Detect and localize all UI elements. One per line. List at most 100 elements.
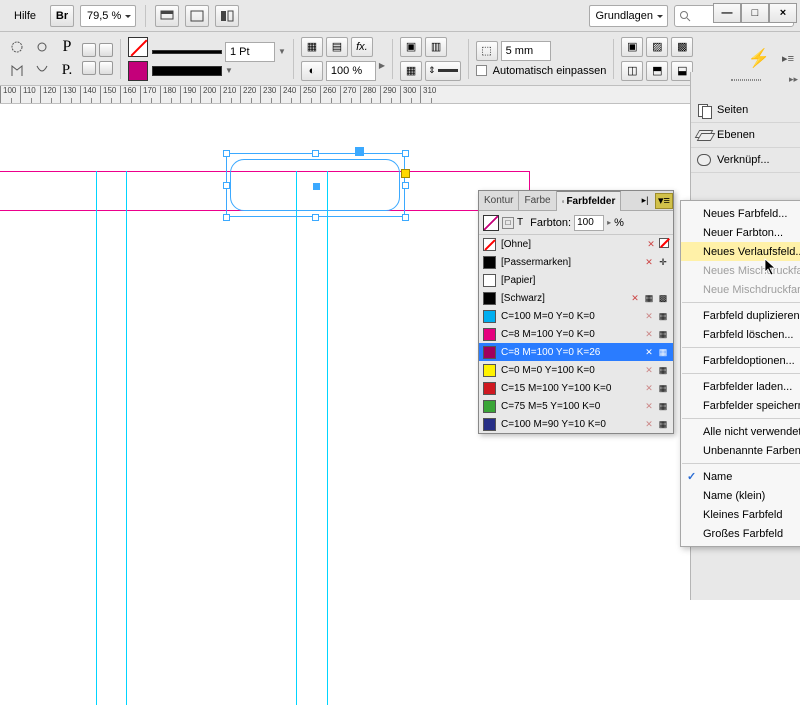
menu-item[interactable]: Neues Verlaufsfeld... — [681, 242, 800, 261]
swatch-item[interactable]: C=8 M=100 Y=0 K=0✕▦ — [479, 325, 673, 343]
swatch-item[interactable]: C=15 M=100 Y=100 K=0✕▦ — [479, 379, 673, 397]
tool-icon[interactable] — [6, 37, 28, 57]
fit-icon[interactable]: ◫ — [621, 61, 643, 81]
menu-item[interactable]: Alle nicht verwendeten auswählen — [681, 422, 800, 441]
menu-item[interactable]: Neuer Farbton... — [681, 223, 800, 242]
resize-handle[interactable] — [402, 214, 409, 221]
menu-help[interactable]: Hilfe — [6, 6, 44, 26]
swatch-item[interactable]: [Ohne]✕ — [479, 235, 673, 253]
fx-icon[interactable]: ▦ — [301, 37, 323, 57]
swatch-item[interactable]: [Passermarken]✕✛ — [479, 253, 673, 271]
window-minimize-button[interactable]: — — [713, 3, 741, 23]
menu-item[interactable]: Farbfelder laden... — [681, 377, 800, 396]
menu-item[interactable]: Unbenannte Farben hinzufügen — [681, 441, 800, 460]
bleed-icon[interactable]: ⬚ — [476, 41, 498, 61]
resize-handle[interactable] — [402, 150, 409, 157]
swatch-item[interactable]: C=8 M=100 Y=0 K=26✕▦ — [479, 343, 673, 361]
tool-icon[interactable]: P. — [56, 61, 78, 81]
swatch-item[interactable]: C=0 M=0 Y=100 K=0✕▦ — [479, 361, 673, 379]
resize-handle[interactable] — [223, 182, 230, 189]
swatch-item[interactable]: [Schwarz]✕▦▩ — [479, 289, 673, 307]
menu-item[interactable]: Großes Farbfeld — [681, 524, 800, 543]
corner-radius-handle[interactable] — [401, 169, 410, 178]
menu-item[interactable]: Farbfelder speichern... — [681, 396, 800, 415]
resize-handle[interactable] — [312, 214, 319, 221]
zoom-dropdown[interactable]: 79,5 % — [80, 5, 136, 27]
menu-item[interactable]: Name (klein) — [681, 486, 800, 505]
fill-stroke-proxy[interactable] — [483, 215, 499, 231]
guide-vertical — [96, 171, 97, 705]
swatch-item[interactable]: [Papier] — [479, 271, 673, 289]
fill-swatch[interactable] — [128, 61, 148, 81]
fit-icon[interactable]: ▣ — [621, 37, 643, 57]
resize-handle[interactable] — [312, 150, 319, 157]
quick-apply-icon[interactable]: ⚡ — [748, 48, 770, 69]
fit-icon[interactable]: ▨ — [646, 37, 668, 57]
panel-flyout-menu-button[interactable]: ▾≡ — [655, 193, 673, 209]
center-point[interactable] — [313, 183, 320, 190]
menu-item[interactable]: Kleines Farbfeld — [681, 505, 800, 524]
panel-menu-icon[interactable]: ▸≡ — [782, 52, 794, 65]
fit-icon[interactable]: ▩ — [671, 37, 693, 57]
wrap-icon[interactable]: ▣ — [400, 37, 422, 57]
stroke-swatch[interactable] — [128, 37, 148, 57]
swatch-item[interactable]: C=100 M=90 Y=10 K=0✕▦ — [479, 415, 673, 433]
search-icon — [679, 10, 691, 22]
resize-handle[interactable] — [223, 150, 230, 157]
swatch-item[interactable]: C=100 M=0 Y=0 K=0✕▦ — [479, 307, 673, 325]
panel-layers[interactable]: Ebenen — [691, 123, 800, 148]
swatch-name: C=75 M=5 Y=100 K=0 — [501, 401, 638, 412]
view-options-button[interactable] — [215, 5, 239, 27]
tint-stepper-icon[interactable]: ▸ — [607, 218, 611, 227]
tool-icon[interactable] — [31, 37, 53, 57]
panel-grip[interactable] — [691, 72, 800, 84]
stroke-weight-input[interactable]: 1 Pt — [225, 42, 275, 62]
collapse-icon[interactable]: ▸▸ — [789, 74, 798, 85]
links-icon — [697, 154, 711, 166]
menu-item[interactable]: ✓Name — [681, 467, 800, 486]
window-maximize-button[interactable]: □ — [741, 3, 769, 23]
opacity-icon[interactable]: ◐ — [301, 61, 323, 81]
separator — [468, 39, 469, 79]
tab-kontur[interactable]: Kontur — [479, 191, 519, 211]
resize-handle[interactable] — [223, 214, 230, 221]
menu-item[interactable]: Farbfeldoptionen... — [681, 351, 800, 370]
colormode-icon: ▦ — [657, 382, 669, 394]
arrange-docs-button[interactable] — [185, 5, 209, 27]
tool-icon[interactable] — [6, 61, 28, 81]
panel-expand-icon[interactable]: ▸| — [637, 193, 653, 209]
tab-farbe[interactable]: Farbe — [519, 191, 556, 211]
resize-handle[interactable] — [402, 182, 409, 189]
rotation-handle[interactable] — [355, 147, 364, 156]
align-icon[interactable] — [99, 43, 113, 57]
fit-icon[interactable]: ⬒ — [646, 61, 668, 81]
align-icon[interactable] — [99, 61, 113, 75]
opacity-input[interactable]: 100 % — [326, 61, 376, 81]
autofit-checkbox[interactable] — [476, 65, 487, 76]
tool-icon[interactable]: P — [56, 37, 78, 57]
wrap-icon[interactable]: ▥ — [425, 37, 447, 57]
window-close-button[interactable]: × — [769, 3, 797, 23]
tool-icon[interactable] — [31, 61, 53, 81]
menu-item[interactable]: Neues Farbfeld... — [681, 204, 800, 223]
horizontal-ruler: 1001101201301401501601701801902002102202… — [0, 86, 800, 104]
workspace-dropdown[interactable]: Grundlagen — [589, 5, 669, 27]
wrap-icon[interactable]: ▦ — [400, 61, 422, 81]
tab-farbfelder[interactable]: ◦Farbfelder — [557, 191, 622, 211]
align-icon[interactable] — [82, 43, 96, 57]
screen-mode-button[interactable] — [155, 5, 179, 27]
swatch-color — [483, 292, 496, 305]
formatting-text-icon[interactable]: T — [517, 217, 523, 228]
formatting-container-icon[interactable]: □ — [502, 217, 514, 229]
menu-item[interactable]: Farbfeld duplizieren — [681, 306, 800, 325]
panel-links[interactable]: Verknüpf... — [691, 148, 800, 173]
fx-button[interactable]: fx. — [351, 37, 373, 57]
bleed-input[interactable]: 5 mm — [501, 41, 551, 61]
swatch-item[interactable]: C=75 M=5 Y=100 K=0✕▦ — [479, 397, 673, 415]
align-icon[interactable] — [82, 61, 96, 75]
tint-input[interactable]: 100 — [574, 215, 604, 231]
bridge-button[interactable]: Br — [50, 5, 74, 27]
fx-icon[interactable]: ▤ — [326, 37, 348, 57]
menu-item[interactable]: Farbfeld löschen... — [681, 325, 800, 344]
panel-pages[interactable]: Seiten — [691, 98, 800, 123]
